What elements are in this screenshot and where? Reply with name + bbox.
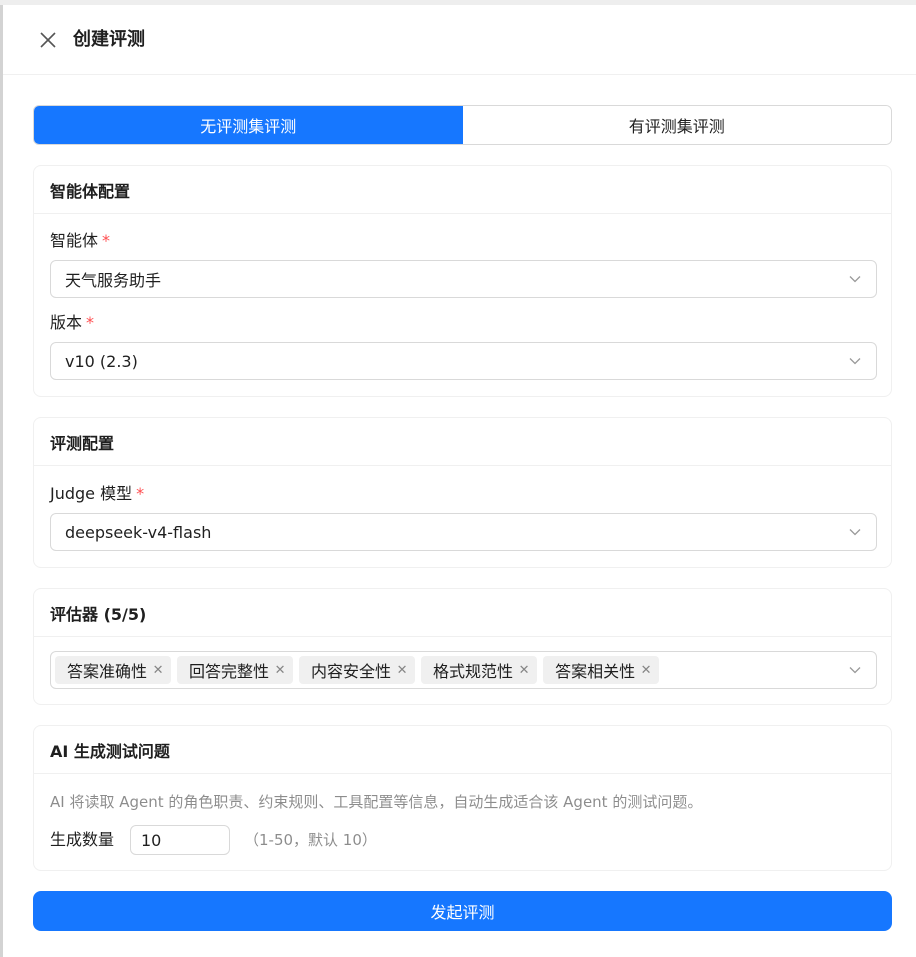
- version-label: 版本 *: [50, 313, 95, 332]
- evaluator-tag: 回答完整性 ✕: [177, 656, 294, 684]
- start-evaluation-button[interactable]: 发起评测: [33, 891, 892, 931]
- chevron-down-icon: [849, 529, 861, 536]
- judge-model-select[interactable]: deepseek-v4-flash: [50, 513, 877, 551]
- mode-segmented: 无评测集评测 有评测集评测: [33, 105, 892, 145]
- tag-close-icon[interactable]: ✕: [639, 663, 653, 678]
- evaluators-select[interactable]: 答案准确性 ✕ 回答完整性 ✕ 内容安全性 ✕ 格式规范性 ✕ 答案相关性 ✕: [50, 651, 877, 689]
- evaluator-tag: 格式规范性 ✕: [421, 656, 538, 684]
- drawer-header: 创建评测: [3, 5, 916, 75]
- tag-close-icon[interactable]: ✕: [273, 663, 287, 678]
- judge-label: Judge 模型 *: [50, 484, 145, 503]
- required-mark: *: [136, 484, 145, 503]
- chevron-down-icon: [849, 276, 861, 283]
- version-select[interactable]: v10 (2.3): [50, 342, 877, 380]
- chevron-down-icon: [849, 358, 861, 365]
- agent-config-card: 智能体配置 智能体 * 天气服务助手 版本 * v10 (2.3): [33, 165, 892, 397]
- count-hint: （1-50，默认 10）: [244, 831, 377, 849]
- tag-close-icon[interactable]: ✕: [151, 663, 165, 678]
- evaluator-tag: 内容安全性 ✕: [299, 656, 416, 684]
- eval-config-card: 评测配置 Judge 模型 * deepseek-v4-flash: [33, 417, 892, 568]
- ai-generate-card: AI 生成测试问题 AI 将读取 Agent 的角色职责、约束规则、工具配置等信…: [33, 725, 892, 871]
- close-icon[interactable]: [37, 29, 59, 51]
- tag-close-icon[interactable]: ✕: [395, 663, 409, 678]
- ai-generate-description: AI 将读取 Agent 的角色职责、约束规则、工具配置等信息，自动生成适合该 …: [50, 793, 703, 811]
- evaluator-tag: 答案相关性 ✕: [543, 656, 660, 684]
- agent-config-title: 智能体配置: [34, 166, 891, 214]
- ai-generate-title: AI 生成测试问题: [34, 726, 891, 774]
- evaluators-title: 评估器 (5/5): [34, 589, 891, 637]
- count-label: 生成数量: [50, 830, 115, 849]
- left-edge: [0, 0, 3, 957]
- evaluators-card: 评估器 (5/5) 答案准确性 ✕ 回答完整性 ✕ 内容安全性 ✕ 格式规范性 ✕ 答案…: [33, 588, 892, 705]
- version-select-value: v10 (2.3): [65, 351, 138, 371]
- evaluator-tags: 答案准确性 ✕ 回答完整性 ✕ 内容安全性 ✕ 格式规范性 ✕ 答案相关性 ✕: [53, 656, 660, 684]
- evaluator-tag: 答案准确性 ✕: [55, 656, 172, 684]
- tag-close-icon[interactable]: ✕: [517, 663, 531, 678]
- count-input[interactable]: [130, 825, 230, 855]
- required-mark: *: [86, 313, 95, 332]
- agent-label: 智能体 *: [50, 231, 111, 250]
- eval-config-title: 评测配置: [34, 418, 891, 466]
- agent-select[interactable]: 天气服务助手: [50, 260, 877, 298]
- required-mark: *: [102, 231, 111, 250]
- chevron-down-icon: [849, 667, 861, 674]
- tab-no-dataset[interactable]: 无评测集评测: [34, 106, 463, 144]
- judge-model-value: deepseek-v4-flash: [65, 522, 212, 542]
- agent-select-value: 天气服务助手: [65, 271, 162, 290]
- tab-with-dataset[interactable]: 有评测集评测: [462, 106, 891, 144]
- drawer-title: 创建评测: [73, 29, 145, 50]
